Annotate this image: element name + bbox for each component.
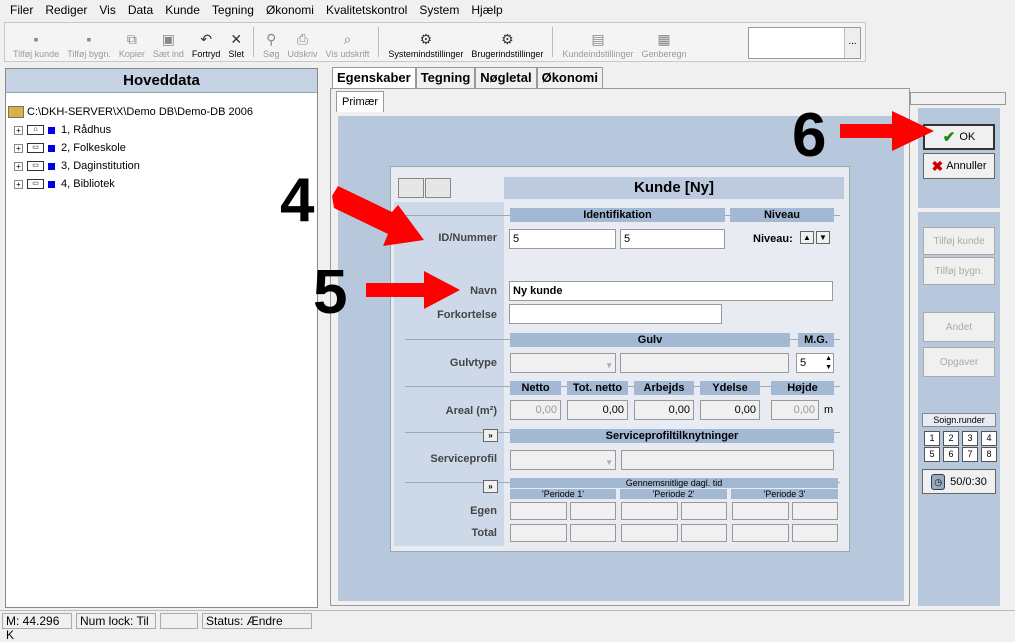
- arrow-4-icon: [332, 186, 424, 246]
- status-memory: M: 44.296 K: [2, 613, 72, 642]
- arrow-5-icon: [366, 271, 460, 309]
- status-bar: M: 44.296 K Num lock: Til Status: Ændre: [0, 610, 1015, 642]
- annotation-arrows: [332, 111, 934, 309]
- status-numlock: Num lock: Til: [76, 613, 156, 629]
- status-mode: Status: Ændre: [202, 613, 312, 629]
- arrow-6-icon: [840, 111, 934, 151]
- status-empty: [160, 613, 198, 629]
